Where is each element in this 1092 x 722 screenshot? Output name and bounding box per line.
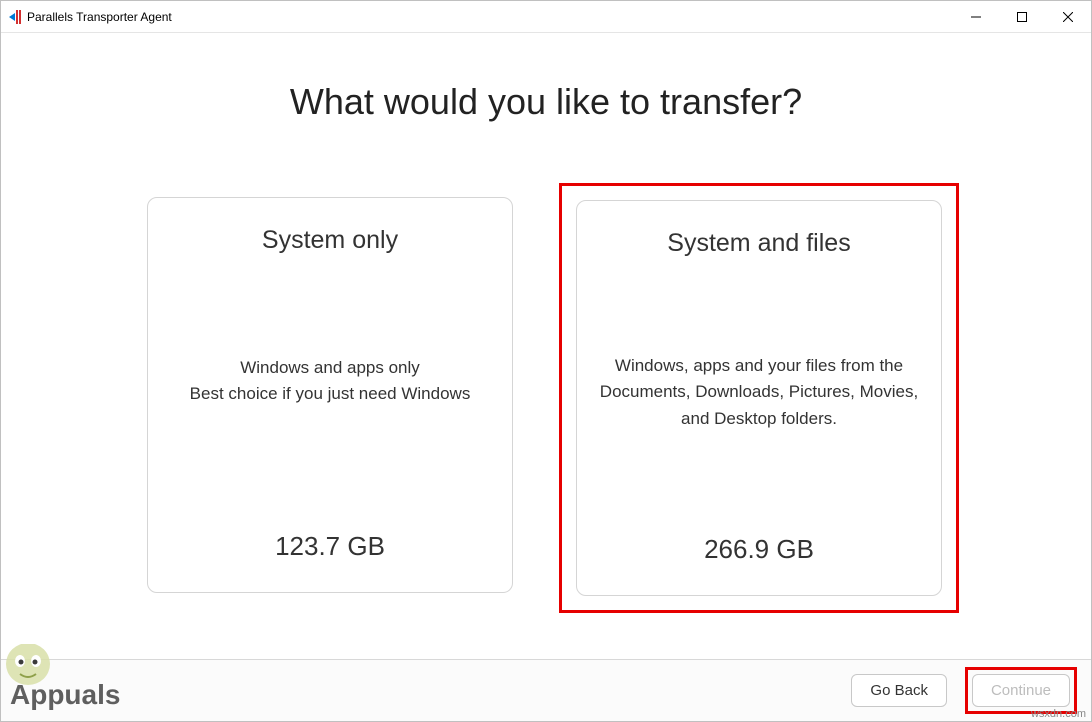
go-back-button[interactable]: Go Back: [851, 674, 947, 707]
minimize-button[interactable]: [953, 1, 999, 32]
option-card-system-only[interactable]: System only Windows and apps only Best c…: [147, 197, 513, 593]
continue-wrapper: Continue: [965, 667, 1077, 714]
content-area: What would you like to transfer? System …: [1, 33, 1091, 659]
app-window: Parallels Transporter Agent What would y…: [0, 0, 1092, 722]
option-title: System only: [262, 226, 398, 255]
parallels-icon: [9, 10, 21, 24]
page-heading: What would you like to transfer?: [290, 81, 802, 123]
titlebar-left: Parallels Transporter Agent: [9, 10, 172, 24]
option-size: 266.9 GB: [704, 534, 814, 565]
titlebar: Parallels Transporter Agent: [1, 1, 1091, 33]
option-card-system-and-files[interactable]: System and files Windows, apps and your …: [576, 200, 942, 596]
option-desc: Windows and apps only Best choice if you…: [190, 355, 471, 408]
option-desc: Windows, apps and your files from the Do…: [599, 353, 919, 432]
maximize-button[interactable]: [999, 1, 1045, 32]
go-back-wrapper: Go Back: [847, 670, 951, 711]
option-title: System and files: [667, 229, 850, 258]
option-wrapper-system-only: System only Windows and apps only Best c…: [133, 183, 527, 613]
watermark-url: wsxdn.com: [1031, 708, 1086, 720]
footer-bar: Go Back Continue: [1, 659, 1091, 721]
close-button[interactable]: [1045, 1, 1091, 32]
continue-button[interactable]: Continue: [972, 674, 1070, 707]
option-size: 123.7 GB: [275, 531, 385, 562]
window-title: Parallels Transporter Agent: [27, 10, 172, 24]
options-row: System only Windows and apps only Best c…: [1, 183, 1091, 613]
option-wrapper-system-and-files: System and files Windows, apps and your …: [559, 183, 959, 613]
window-controls: [953, 1, 1091, 32]
